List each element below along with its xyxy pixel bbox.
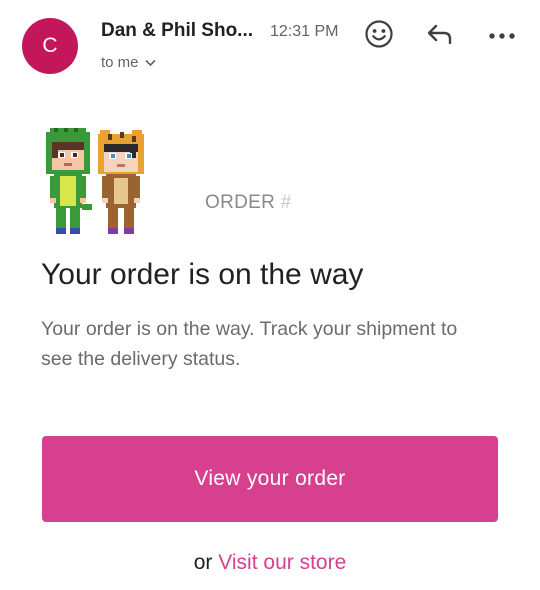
- emoji-icon: [364, 19, 394, 54]
- email-heading: Your order is on the way: [41, 258, 364, 291]
- email-body-text: Your order is on the way. Track your shi…: [41, 318, 458, 370]
- more-options-icon: [488, 27, 516, 45]
- reply-icon: [425, 21, 455, 52]
- order-label-text: ORDER: [205, 192, 276, 213]
- order-number-label: ORDER #: [205, 192, 292, 214]
- emoji-reaction-button[interactable]: [363, 19, 395, 54]
- sender-avatar[interactable]: C: [22, 18, 78, 74]
- store-prefix: or: [193, 551, 213, 574]
- order-hash: #: [280, 192, 292, 213]
- more-options-button[interactable]: [486, 20, 518, 52]
- store-link-line: or Visit our store: [0, 551, 540, 575]
- view-order-button-label: View your order: [194, 467, 346, 490]
- sender-name[interactable]: Dan & Phil Sho...: [101, 20, 253, 42]
- recipient-toggle[interactable]: to me: [101, 54, 156, 71]
- reply-button[interactable]: [424, 20, 456, 52]
- timestamp: 12:31 PM: [270, 23, 339, 40]
- store-logo-pixel-characters: [42, 128, 152, 240]
- view-order-button[interactable]: View your order: [42, 436, 498, 522]
- avatar-letter: C: [42, 34, 58, 57]
- chevron-down-icon: [144, 54, 156, 71]
- visit-store-link[interactable]: Visit our store: [218, 551, 346, 574]
- recipient-label: to me: [101, 54, 139, 71]
